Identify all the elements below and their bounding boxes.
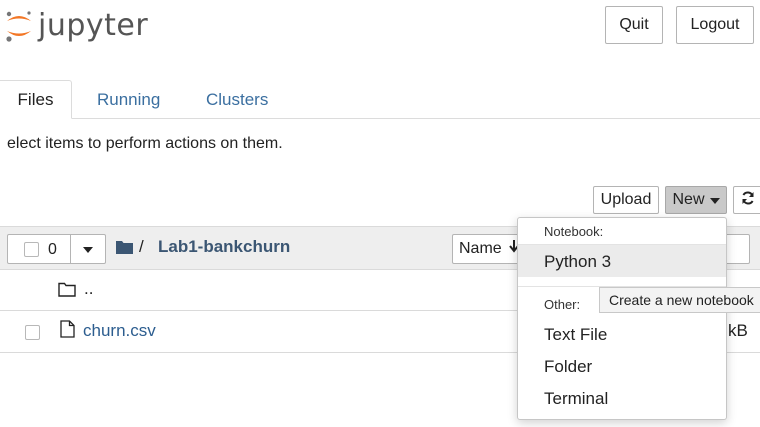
tab-running[interactable]: Running: [97, 80, 160, 119]
file-name-link[interactable]: churn.csv: [83, 321, 156, 341]
quit-button[interactable]: Quit: [605, 6, 663, 44]
menu-item-text-file[interactable]: Text File: [518, 318, 726, 350]
tab-files[interactable]: Files: [0, 80, 72, 119]
jupyter-logo[interactable]: jupyter: [4, 6, 148, 46]
tooltip: Create a new notebook: [599, 287, 760, 313]
select-all-control[interactable]: 0: [7, 234, 71, 264]
upload-button[interactable]: Upload: [593, 186, 659, 214]
refresh-button[interactable]: [733, 186, 760, 214]
new-menu: Notebook: Python 3 Other: Text File Fold…: [517, 217, 727, 420]
breadcrumb-separator: /: [139, 237, 144, 256]
new-button-label: New: [672, 191, 705, 208]
select-all-checkbox[interactable]: [24, 242, 39, 257]
file-size: kB: [728, 321, 748, 340]
tab-clusters[interactable]: Clusters: [206, 80, 268, 119]
caret-down-icon: [83, 240, 93, 258]
logo-icon: [4, 9, 34, 43]
selection-hint: elect items to perform actions on them.: [7, 135, 283, 152]
new-dropdown-button[interactable]: New: [665, 186, 727, 214]
sort-label: Name: [459, 240, 502, 257]
menu-header-notebook: Notebook:: [544, 224, 604, 239]
selected-count: 0: [48, 241, 57, 258]
item-checkbox[interactable]: [25, 325, 40, 340]
folder-icon[interactable]: [116, 240, 133, 259]
parent-folder-link[interactable]: ..: [84, 279, 93, 299]
folder-outline-icon: [58, 282, 76, 302]
logout-button[interactable]: Logout: [676, 6, 754, 44]
menu-item-folder[interactable]: Folder: [518, 350, 726, 382]
menu-item-terminal[interactable]: Terminal: [518, 382, 726, 414]
caret-down-icon: [709, 191, 720, 209]
select-menu-button[interactable]: [70, 234, 106, 264]
breadcrumb-current-folder[interactable]: Lab1-bankchurn: [158, 237, 290, 257]
menu-item-python3[interactable]: Python 3: [518, 245, 726, 277]
menu-header-other: Other:: [544, 297, 581, 312]
logo-text: jupyter: [38, 8, 149, 43]
file-icon: [60, 320, 75, 343]
refresh-icon: [741, 191, 755, 210]
